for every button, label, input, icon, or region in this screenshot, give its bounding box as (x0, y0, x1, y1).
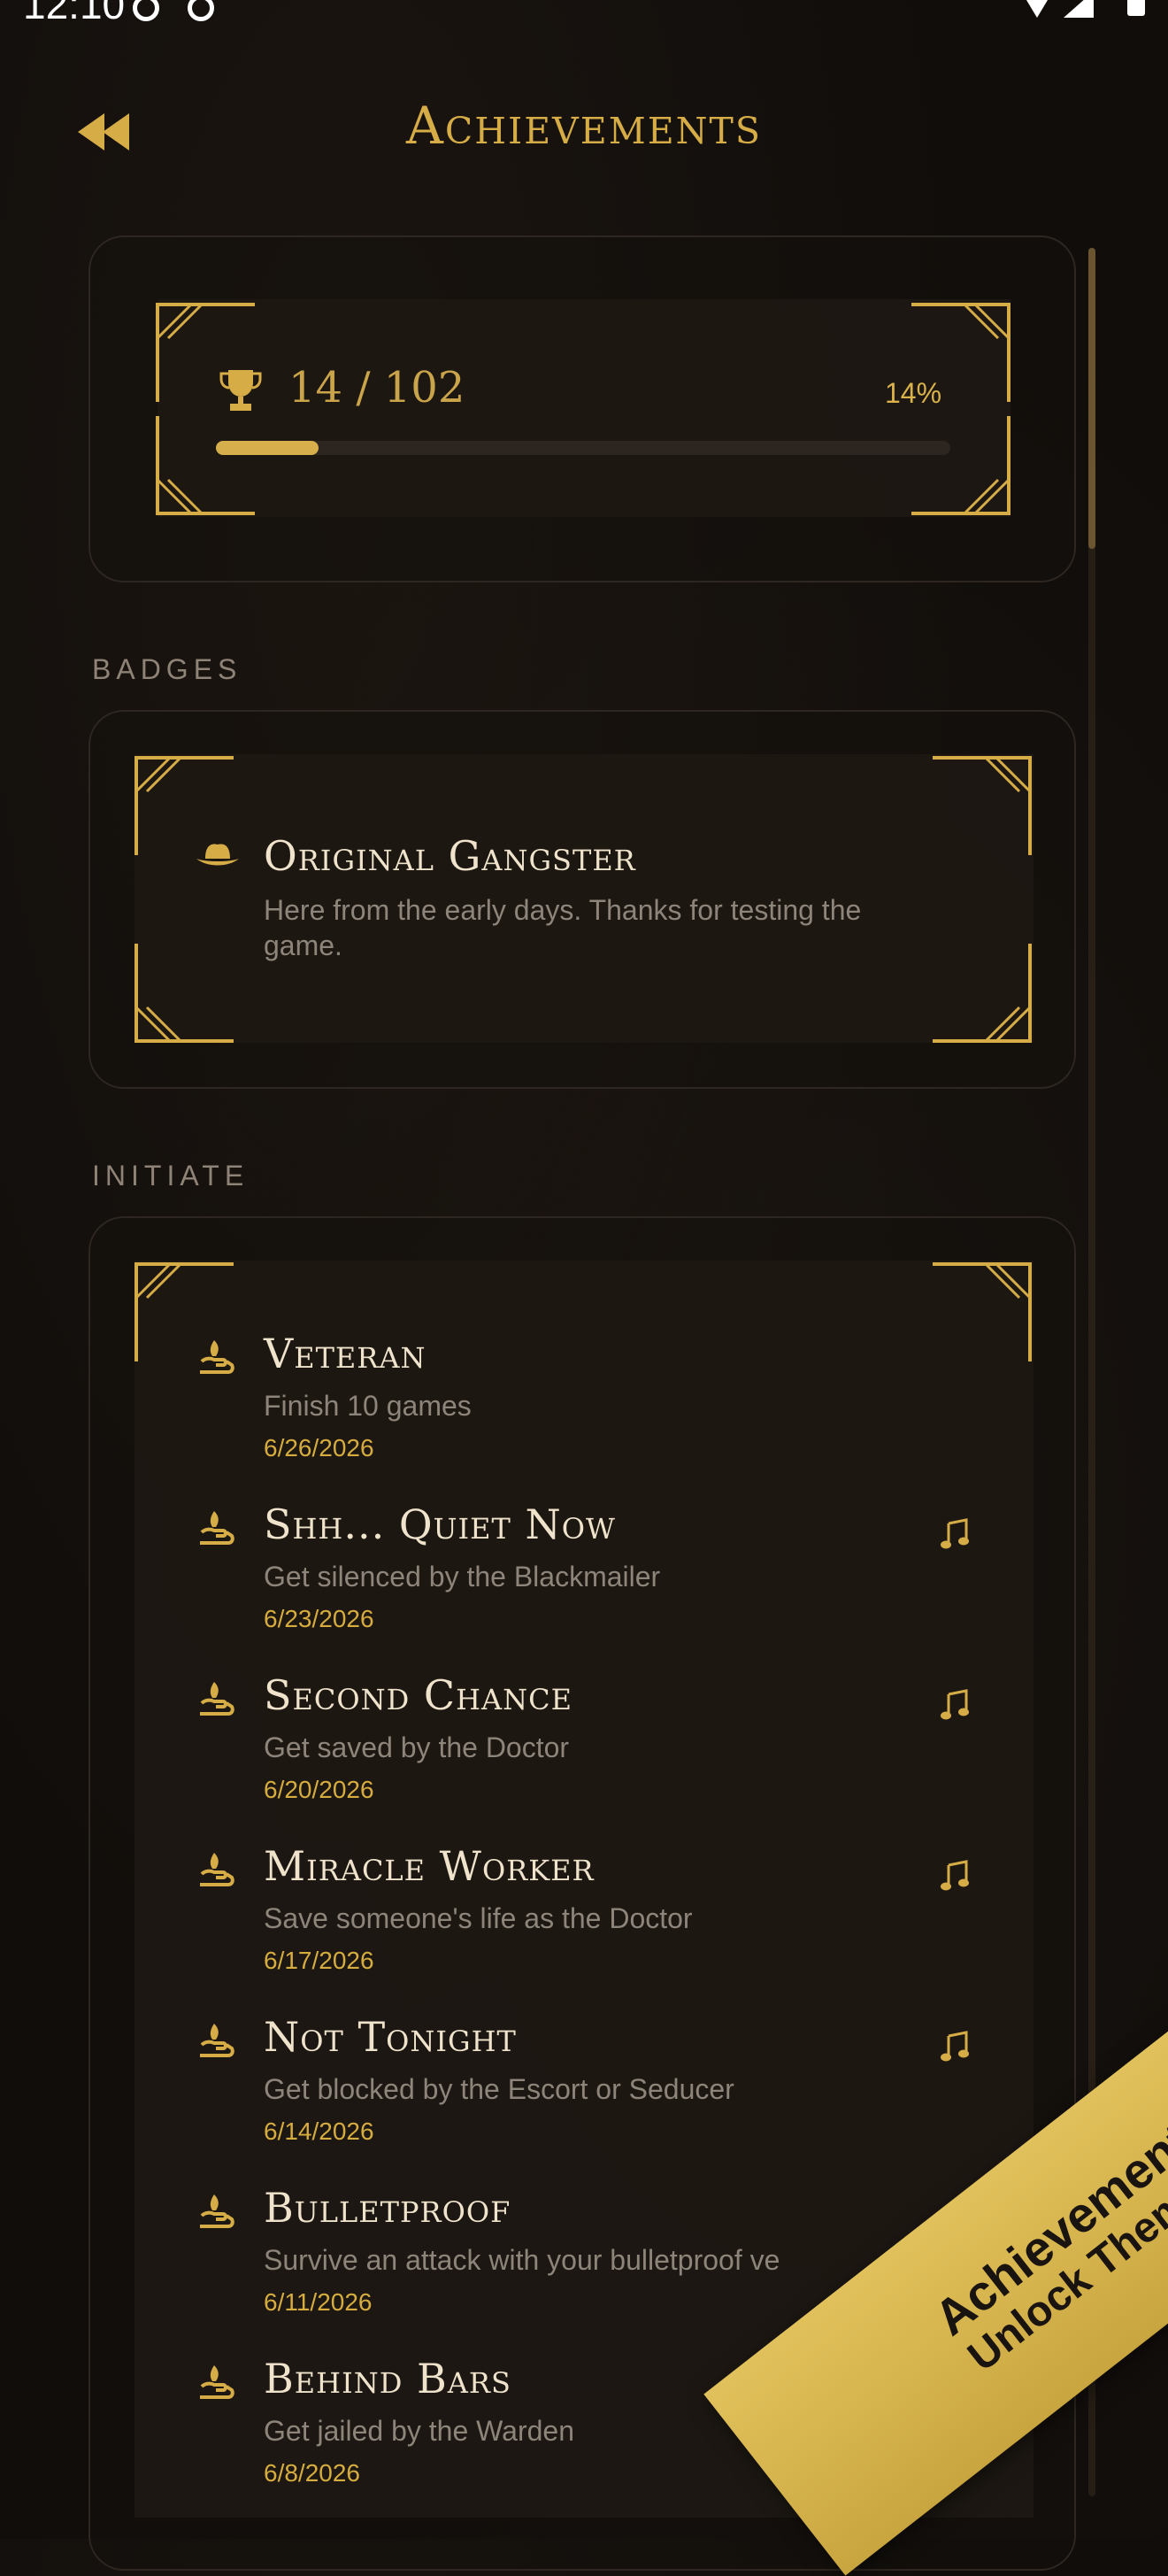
achievement-count: 14 / 102 (288, 363, 465, 413)
achievement-percent: 14% (885, 377, 942, 409)
achievement-title: Second Chance (264, 1671, 572, 1719)
achievement-progress-bar (216, 441, 950, 455)
status-time: 12:10 (23, 0, 126, 27)
achievement-description: Get blocked by the Escort or Seducer (264, 2073, 734, 2105)
corner-ornament (933, 1262, 1032, 1361)
corner-ornament (134, 944, 234, 1043)
corner-ornament (933, 944, 1032, 1043)
signal-icon (1064, 0, 1094, 18)
status-right-icons (1021, 0, 1145, 18)
status-left-icons (133, 0, 239, 26)
achievement-title: Behind Bars (264, 2355, 511, 2402)
achievement-description: Survive an attack with your bulletproof … (264, 2244, 780, 2276)
section-label-initiate: INITIATE (92, 1160, 250, 1192)
achievement-description: Finish 10 games (264, 1390, 472, 1422)
achievement-date: 6/20/2026 (264, 1776, 374, 1803)
wifi-icon (1021, 0, 1053, 18)
trophy-icon (219, 370, 262, 411)
battery-icon (1127, 0, 1145, 16)
music-note-icon[interactable] (940, 2031, 973, 2063)
fedora-hat-icon (196, 844, 239, 866)
scrollbar-thumb[interactable] (1088, 248, 1095, 549)
corner-ornament (933, 756, 1032, 855)
achievement-description: Get saved by the Doctor (264, 1731, 570, 1763)
music-note-icon[interactable] (940, 1860, 973, 1892)
badge-title: Original Gangster (264, 832, 636, 880)
achievement-description: Save someone's life as the Doctor (264, 1902, 693, 1934)
hand-icon (200, 2365, 234, 2399)
notification-icon (133, 0, 159, 21)
corner-ornament (156, 416, 255, 515)
achievement-date: 6/14/2026 (264, 2117, 374, 2145)
corner-ornament (911, 416, 1010, 515)
status-bar: 12:10 (0, 0, 1168, 27)
badge-description: game. (264, 929, 342, 961)
music-note-icon[interactable] (940, 1518, 973, 1550)
badge-description: Here from the early days. Thanks for tes… (264, 894, 862, 926)
sync-icon (188, 0, 215, 21)
hand-icon (200, 1853, 234, 1886)
hand-icon (200, 1682, 234, 1716)
achievement-date: 6/8/2026 (264, 2459, 360, 2487)
hand-icon (200, 1511, 234, 1545)
hand-icon (200, 2024, 234, 2057)
achievement-title: Miracle Worker (264, 1842, 595, 1890)
section-label-badges: BADGES (92, 653, 242, 685)
hand-icon (200, 2194, 234, 2228)
achievement-date: 6/17/2026 (264, 1947, 374, 1974)
achievement-title: Shh... Quiet Now (264, 1500, 616, 1548)
music-note-icon[interactable] (940, 1689, 973, 1721)
achievement-progress-fill (216, 441, 319, 455)
achievement-title: Bulletproof (264, 2184, 511, 2232)
achievement-description: Get silenced by the Blackmailer (264, 1561, 661, 1593)
hand-icon (200, 1340, 234, 1374)
achievement-title: Not Tonight (264, 2013, 517, 2061)
achievement-date: 6/11/2026 (264, 2288, 373, 2316)
summary-panel (158, 299, 1010, 517)
achievement-description: Get jailed by the Warden (264, 2415, 574, 2447)
achievement-title: Veteran (264, 1330, 426, 1377)
achievement-date: 6/23/2026 (264, 1605, 374, 1632)
achievement-date: 6/26/2026 (264, 1434, 374, 1462)
page-title: Achievements (406, 96, 762, 156)
